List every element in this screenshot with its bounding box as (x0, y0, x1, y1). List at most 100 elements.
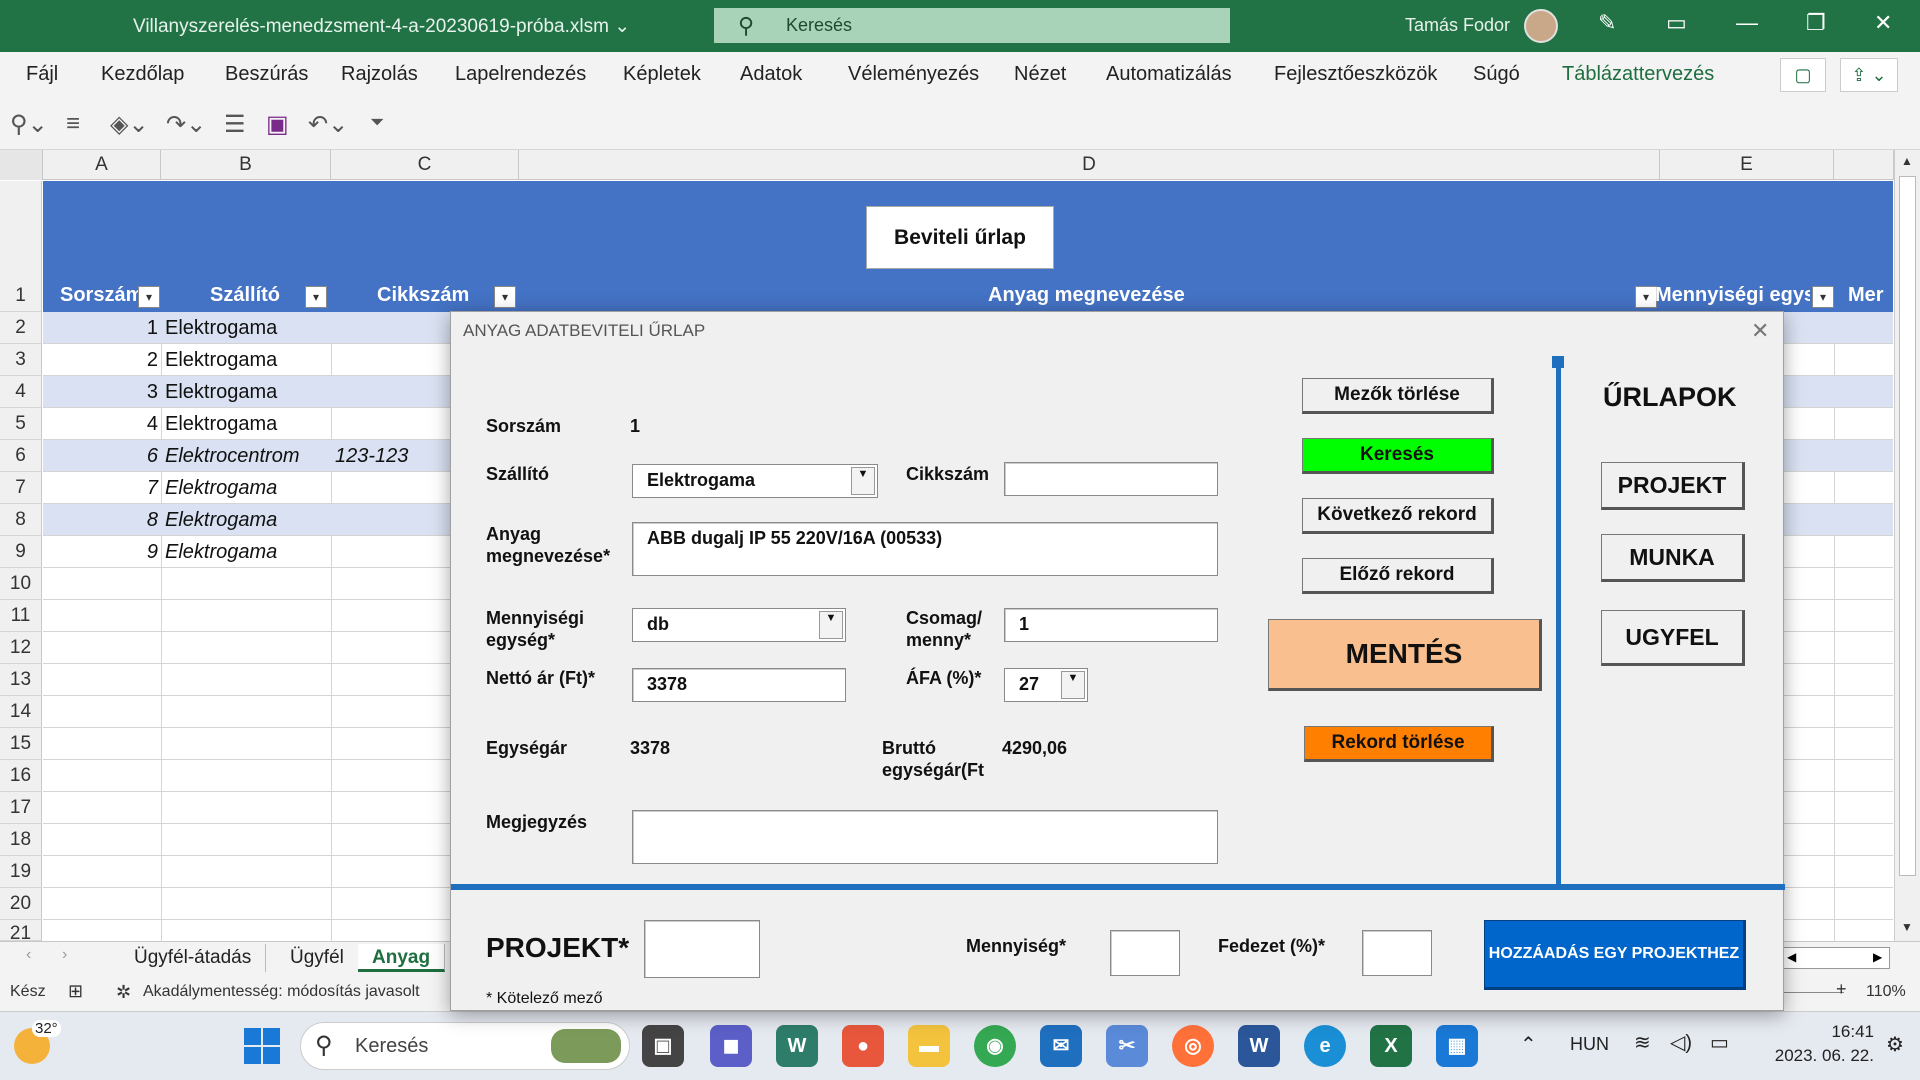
row-header[interactable]: 14 (0, 696, 42, 728)
camera-app-icon[interactable]: ● (842, 1025, 884, 1067)
customize-icon[interactable]: ⏷ (370, 112, 384, 133)
menu-review[interactable]: Véleményezés (848, 63, 979, 86)
row-header[interactable]: 11 (0, 600, 42, 632)
row-header[interactable]: 20 (0, 888, 42, 920)
search-box[interactable]: ⚲ Keresés (714, 8, 1230, 43)
column-header[interactable]: D (519, 150, 1660, 180)
word-processor-icon[interactable]: W (776, 1025, 818, 1067)
row-header[interactable]: 8 (0, 504, 42, 536)
menu-view[interactable]: Nézet (1014, 63, 1066, 86)
close-icon[interactable]: ✕ (1874, 10, 1892, 36)
row-header[interactable]: 10 (0, 568, 42, 600)
cell-sorszam[interactable]: 7 (43, 477, 158, 500)
user-name[interactable]: Tamás Fodor (1405, 15, 1510, 36)
csomag-field[interactable]: 1 (1004, 608, 1218, 642)
avatar[interactable] (1524, 9, 1558, 43)
cell-sorszam[interactable]: 3 (43, 381, 158, 404)
add-to-project-button[interactable]: HOZZÁADÁS EGY PROJEKTHEZ (1484, 920, 1746, 990)
row-header[interactable]: 15 (0, 728, 42, 760)
cell-szallito[interactable]: Elektrogama (165, 317, 277, 340)
menu-home[interactable]: Kezdőlap (101, 63, 184, 86)
netto-field[interactable]: 3378 (632, 668, 846, 702)
row-header[interactable]: 3 (0, 344, 42, 376)
share-icon[interactable]: ⇪ ⌄ (1840, 58, 1898, 92)
cell-sorszam[interactable]: 4 (43, 413, 158, 436)
tab-next-icon[interactable]: › (62, 946, 67, 964)
zoom-slider[interactable] (1784, 992, 1844, 993)
cikkszam-field[interactable] (1004, 462, 1218, 496)
header-cikkszam[interactable]: Cikkszám (377, 284, 469, 307)
edge-icon[interactable]: e (1304, 1025, 1346, 1067)
mennyiseg-field[interactable] (1110, 930, 1180, 976)
previous-record-button[interactable]: Előző rekord (1302, 558, 1494, 594)
task-view-icon[interactable]: ▣ (642, 1025, 684, 1067)
horizontal-scrollbar[interactable]: ◀ ▶ (1780, 947, 1890, 969)
vertical-scrollbar[interactable]: ▲ ▼ (1894, 150, 1920, 941)
row-header[interactable]: 21 (0, 920, 42, 941)
filter-dropdown-icon[interactable]: ▾ (138, 286, 160, 308)
cell-sorszam[interactable]: 6 (43, 445, 158, 468)
wifi-icon[interactable]: ≋ (1634, 1030, 1651, 1055)
header-mennyisegi[interactable]: Mennyiségi egys (1655, 284, 1810, 307)
notifications-icon[interactable]: ⚙ (1886, 1032, 1904, 1057)
scroll-up-icon[interactable]: ▲ (1901, 154, 1913, 168)
calendar-icon[interactable]: ▦ (1436, 1025, 1478, 1067)
menu-page-layout[interactable]: Lapelrendezés (455, 63, 586, 86)
battery-icon[interactable]: ▭ (1710, 1030, 1729, 1055)
next-record-button[interactable]: Következő rekord (1302, 498, 1494, 534)
tab-ugyfel-atadas[interactable]: Ügyfél-átadás (120, 944, 267, 972)
cell-sorszam[interactable]: 9 (43, 541, 158, 564)
search-button[interactable]: Keresés (1302, 438, 1494, 474)
restore-icon[interactable]: ❐ (1806, 10, 1826, 36)
menu-file[interactable]: Fájl (26, 63, 58, 86)
cell-szallito[interactable]: Elektrogama (165, 413, 277, 436)
mail-icon[interactable]: ✉ (1040, 1025, 1082, 1067)
status-accessibility[interactable]: Akadálymentesség: módosítás javasolt (143, 983, 420, 1001)
chevron-down-icon[interactable]: ▼ (819, 611, 843, 639)
row-header[interactable]: 5 (0, 408, 42, 440)
row-header[interactable]: 17 (0, 792, 42, 824)
close-icon[interactable]: ✕ (1751, 318, 1769, 344)
search-icon[interactable]: ⚲⌄ (10, 110, 48, 139)
windows-start-icon[interactable] (244, 1028, 280, 1064)
zoom-in-icon[interactable]: + (1836, 979, 1847, 1000)
column-header[interactable]: A (43, 150, 161, 180)
chevron-down-icon[interactable]: ▼ (851, 467, 875, 495)
cell-szallito[interactable]: Elektrogama (165, 477, 277, 500)
fill-color-icon[interactable]: ◈⌄ (110, 110, 149, 139)
chat-icon[interactable]: ◼ (710, 1025, 752, 1067)
clear-fields-button[interactable]: Mezők törlése (1302, 378, 1494, 414)
snipping-tool-icon[interactable]: ✂ (1106, 1025, 1148, 1067)
ribbon-display-icon[interactable]: ▭ (1666, 10, 1687, 36)
filter-dropdown-icon[interactable]: ▾ (305, 286, 327, 308)
cell-cikkszam[interactable]: 123-123 (335, 445, 408, 468)
firefox-icon[interactable]: ◎ (1172, 1025, 1214, 1067)
filter-dropdown-icon[interactable]: ▾ (1635, 286, 1657, 308)
afa-dropdown[interactable]: 27 ▼ (1004, 668, 1088, 702)
menu-table-design[interactable]: Táblázattervezés (1562, 63, 1714, 86)
menu-draw[interactable]: Rajzolás (341, 63, 418, 86)
megjegyzes-field[interactable] (632, 810, 1218, 864)
volume-icon[interactable]: ◁) (1670, 1030, 1692, 1055)
cell-szallito[interactable]: Elektrogama (165, 541, 277, 564)
ugyfel-form-button[interactable]: UGYFEL (1601, 610, 1745, 666)
undo-icon[interactable]: ↶⌄ (308, 110, 348, 139)
cell-szallito[interactable]: Elektrogama (165, 381, 277, 404)
tab-ugyfel[interactable]: Ügyfél (276, 944, 359, 972)
pen-icon[interactable]: ✎ (1598, 10, 1616, 36)
comments-icon[interactable]: ▢ (1780, 58, 1826, 92)
folder-icon[interactable]: ▬ (908, 1025, 950, 1067)
row-header[interactable]: 9 (0, 536, 42, 568)
clock-date[interactable]: 2023. 06. 22. (1748, 1046, 1874, 1066)
cell-sorszam[interactable]: 1 (43, 317, 158, 340)
row-header[interactable]: 18 (0, 824, 42, 856)
taskbar-search[interactable]: ⚲ Keresés (300, 1022, 630, 1070)
column-header[interactable]: B (161, 150, 331, 180)
input-form-button[interactable]: Beviteli űrlap (866, 206, 1054, 269)
cell-szallito[interactable]: Elektrogama (165, 349, 277, 372)
cell-szallito[interactable]: Elektrogama (165, 509, 277, 532)
szallito-dropdown[interactable]: Elektrogama ▼ (632, 464, 878, 498)
delete-record-button[interactable]: Rekord törlése (1304, 726, 1494, 762)
row-header[interactable]: 2 (0, 312, 42, 344)
fedezet-field[interactable] (1362, 930, 1432, 976)
